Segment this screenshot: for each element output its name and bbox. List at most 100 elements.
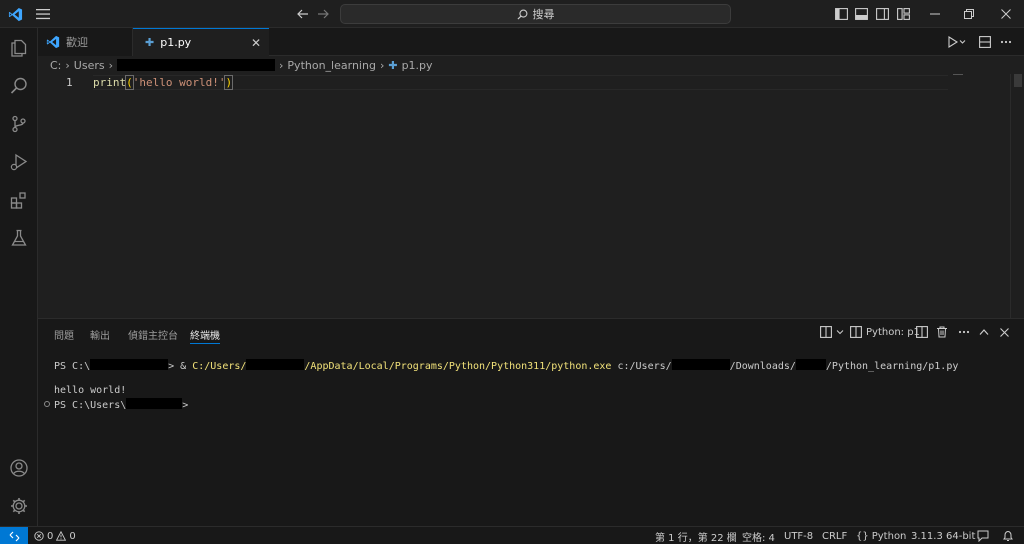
close-panel-icon[interactable] <box>1000 319 1009 345</box>
terminal-name: Python: p1 <box>866 326 920 338</box>
editor-scrollbar[interactable] <box>1010 74 1024 318</box>
notifications-bell-icon[interactable] <box>1002 529 1014 543</box>
explorer-icon[interactable] <box>0 30 38 66</box>
editor-tab-bar: 歡迎 ✚ p1.py ✕ <box>38 28 1024 56</box>
command-center-search[interactable]: 搜尋 <box>340 4 731 24</box>
exe-path-a: C:/Users/ <box>192 361 247 372</box>
extensions-icon[interactable] <box>0 182 38 218</box>
line-number: 1 <box>66 76 73 89</box>
redacted-username <box>126 398 183 409</box>
panel-tab-debug-console[interactable]: 偵錯主控台 <box>128 327 178 342</box>
breadcrumb: C: › Users › › Python_learning › ✚ p1.py <box>50 58 433 72</box>
terminal-selector[interactable]: Python: p1 <box>850 319 920 345</box>
remote-indicator-icon[interactable] <box>0 527 28 544</box>
prompt-text: PS C:\Users\ <box>54 400 127 411</box>
terminal-icon <box>850 326 862 338</box>
encoding[interactable]: UTF-8 <box>784 529 813 543</box>
restore-icon[interactable] <box>958 0 980 28</box>
split-terminal-icon[interactable] <box>916 319 928 345</box>
panel-more-actions-icon[interactable] <box>958 319 970 345</box>
maximize-panel-icon[interactable] <box>979 319 989 345</box>
tab-label: p1.py <box>160 36 192 49</box>
source-control-icon[interactable] <box>0 106 38 142</box>
minimize-icon[interactable] <box>924 0 946 28</box>
python-file-icon: ✚ <box>388 58 398 72</box>
settings-gear-icon[interactable] <box>0 488 38 524</box>
terminal-command-line: PS C:\ > & C:/Users/ /AppData/Local/Progra… <box>54 359 958 372</box>
scrollbar-thumb[interactable] <box>1014 74 1022 87</box>
trash-icon[interactable] <box>936 319 948 345</box>
chevron-right-icon: › <box>108 58 114 72</box>
forward-arrow-icon[interactable] <box>314 0 332 28</box>
bottom-panel: 問題 輸出 偵錯主控台 終端機 Python: p1 PS C:\ > & C:/… <box>38 318 1024 526</box>
menu-icon[interactable] <box>32 0 54 28</box>
toggle-secondary-sidebar-icon[interactable] <box>873 0 891 28</box>
run-debug-icon[interactable] <box>0 144 38 180</box>
language-mode[interactable]: {} Python <box>856 529 906 543</box>
error-icon <box>34 531 44 541</box>
breadcrumb-drive[interactable]: C: <box>50 59 61 72</box>
vscode-logo-icon <box>6 0 24 28</box>
breadcrumb-file[interactable]: p1.py <box>402 59 433 72</box>
breadcrumb-users[interactable]: Users <box>74 59 105 72</box>
terminal-layout-dropdown[interactable] <box>820 319 844 345</box>
code-line-1[interactable]: print('hello world!') <box>93 75 234 90</box>
split-editor-icon[interactable] <box>976 28 994 56</box>
arg-path-a: c:/Users/ <box>611 361 672 372</box>
terminal-prompt-line[interactable]: PS C:\Users\ > <box>54 398 188 411</box>
tab-p1-py[interactable]: ✚ p1.py ✕ <box>133 28 269 56</box>
indentation[interactable]: 空格: 4 <box>742 529 775 544</box>
redacted-folder <box>795 359 826 370</box>
chevron-down-icon <box>836 330 844 335</box>
close-tab-icon[interactable]: ✕ <box>251 36 261 50</box>
code-open-paren: ( <box>125 75 134 90</box>
breadcrumb-folder[interactable]: Python_learning <box>287 59 376 72</box>
warning-icon <box>56 531 67 541</box>
exe-path-b: /AppData/Local/Programs/Python/Python311… <box>304 361 612 372</box>
chevron-right-icon: › <box>279 58 284 72</box>
customize-layout-icon[interactable] <box>894 0 912 28</box>
code-editor[interactable]: 1 print('hello world!') <box>38 74 1024 318</box>
vscode-logo-icon <box>46 35 60 49</box>
back-arrow-icon[interactable] <box>294 0 312 28</box>
error-count: 0 <box>47 530 54 542</box>
code-function: print <box>93 76 127 89</box>
code-string: 'hello world!' <box>132 76 226 89</box>
tab-welcome[interactable]: 歡迎 <box>38 28 133 56</box>
accounts-icon[interactable] <box>0 450 38 486</box>
panel-tab-problems[interactable]: 問題 <box>54 327 74 342</box>
activity-bar <box>0 28 38 526</box>
panel-tab-terminal[interactable]: 終端機 <box>190 327 220 342</box>
search-label: 搜尋 <box>532 8 555 21</box>
redacted-path <box>90 359 169 370</box>
braces-icon: {} <box>856 530 869 542</box>
status-bar: 0 0 第 1 行，第 22 欄 空格: 4 UTF-8 CRLF {} Pyt… <box>0 526 1024 544</box>
minimap-line <box>953 74 963 75</box>
language-label: Python <box>871 530 907 542</box>
python-file-icon: ✚ <box>145 36 155 49</box>
cursor-position[interactable]: 第 1 行，第 22 欄 <box>655 529 737 544</box>
command-decoration-icon[interactable] <box>44 401 50 407</box>
search-view-icon[interactable] <box>0 68 38 104</box>
panel-tab-output[interactable]: 輸出 <box>90 327 110 342</box>
panel-layout-icon <box>820 326 832 338</box>
close-window-icon[interactable] <box>995 0 1017 28</box>
python-interpreter[interactable]: 3.11.3 64-bit <box>911 529 975 543</box>
testing-flask-icon[interactable] <box>0 220 38 256</box>
warning-count: 0 <box>69 530 76 542</box>
end-of-line[interactable]: CRLF <box>822 529 847 543</box>
feedback-icon[interactable] <box>977 529 989 543</box>
arg-path-c: /Python_learning/p1.py <box>825 361 959 372</box>
prompt-end: > & <box>168 361 193 372</box>
redacted-username <box>117 59 276 71</box>
more-actions-icon[interactable] <box>996 28 1016 56</box>
search-icon <box>517 9 527 20</box>
title-bar: 搜尋 <box>0 0 1024 28</box>
arg-path-b: /Downloads/ <box>729 361 796 372</box>
toggle-primary-sidebar-icon[interactable] <box>832 0 850 28</box>
redacted-username <box>246 359 305 370</box>
run-python-file-icon[interactable] <box>944 28 970 56</box>
redacted-username <box>671 359 730 370</box>
problems-indicator[interactable]: 0 0 <box>34 529 76 543</box>
toggle-panel-icon[interactable] <box>852 0 870 28</box>
